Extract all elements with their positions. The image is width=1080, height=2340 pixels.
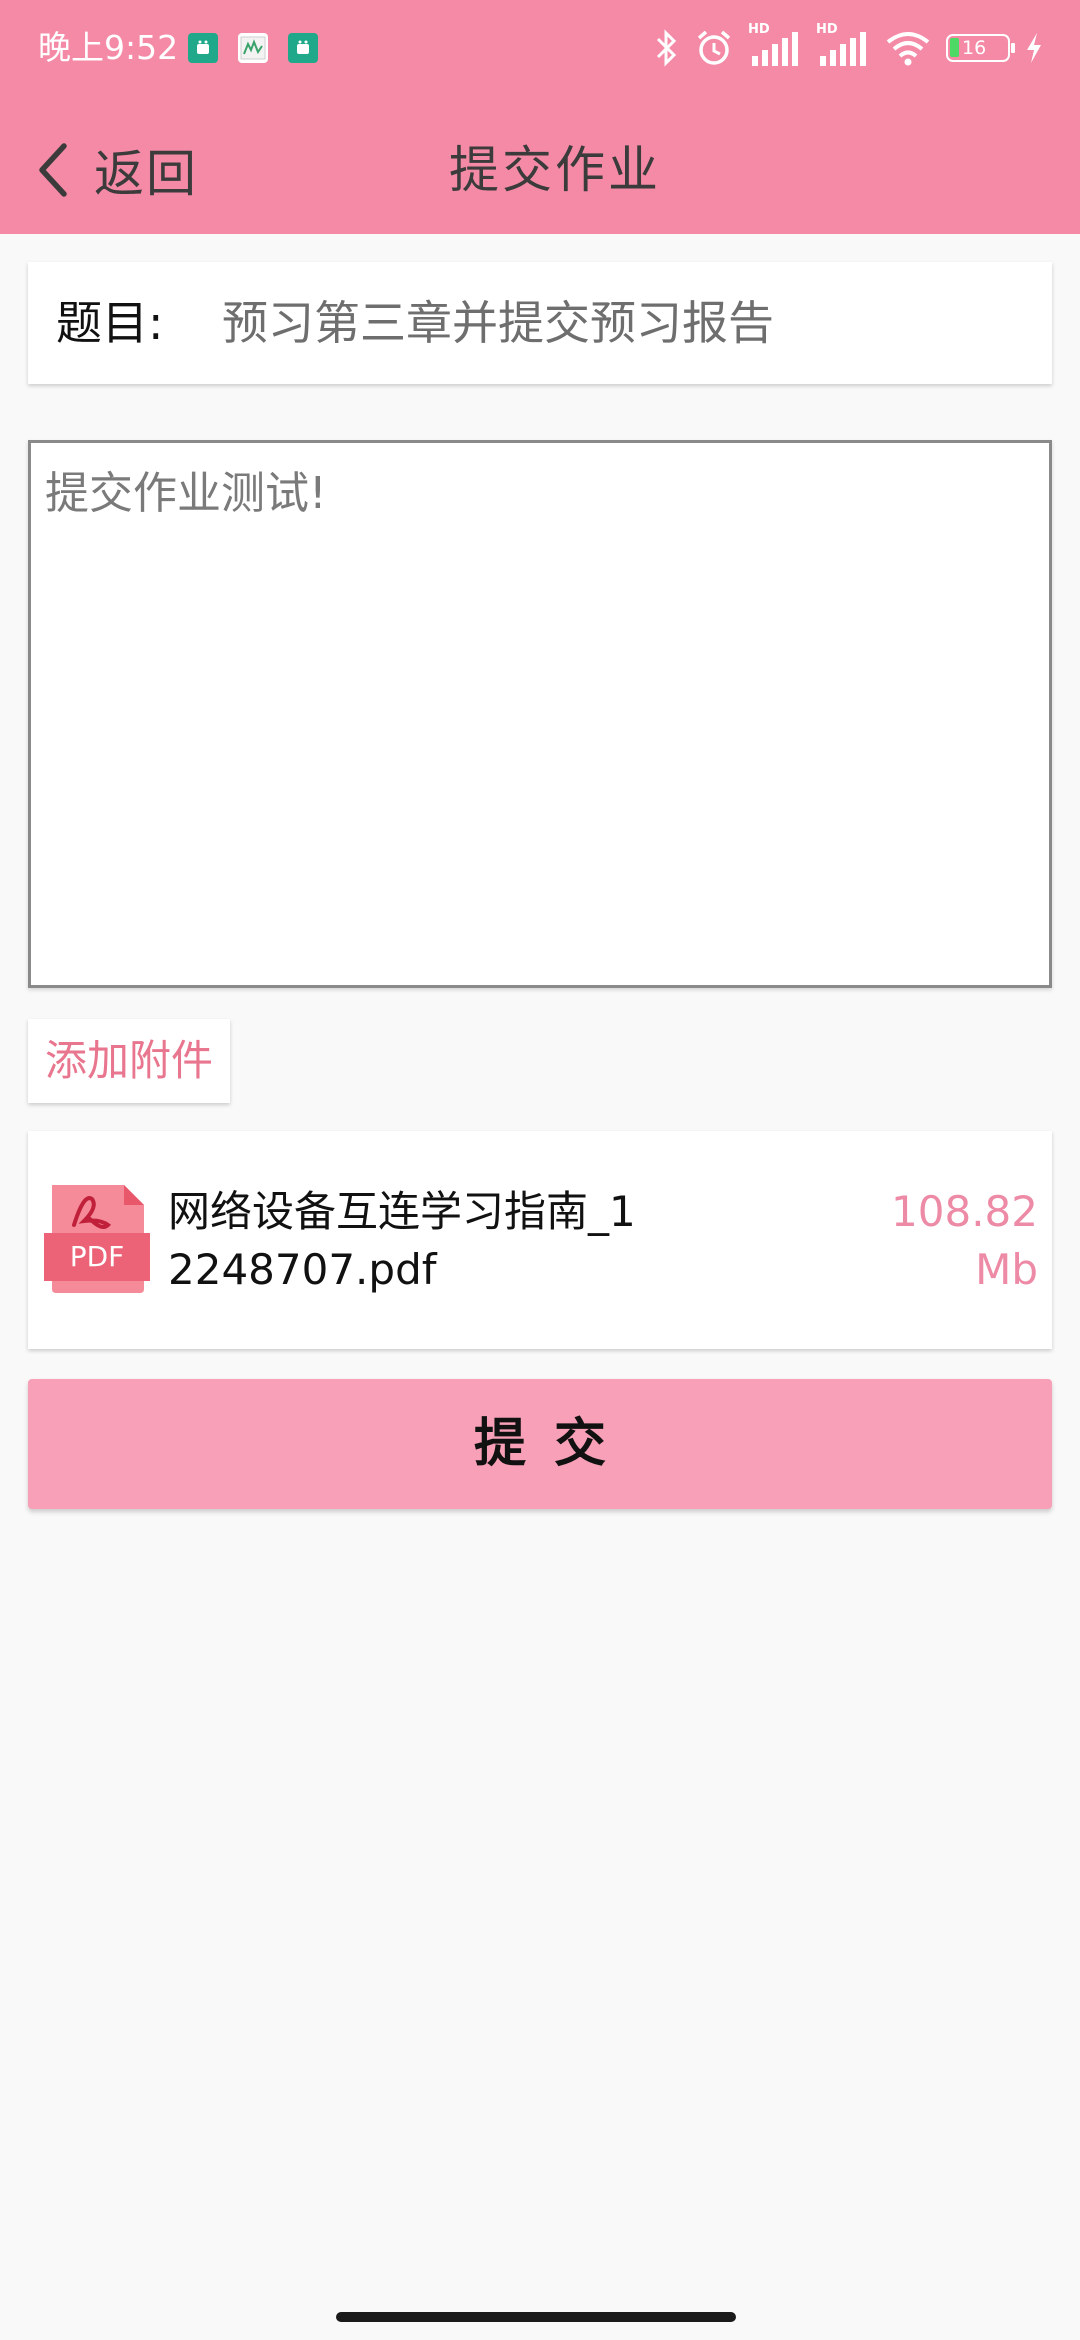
battery-icon: 16 — [946, 34, 1015, 62]
app-header: 晚上9:52 HD HD 16 返回 提交作业 — [0, 0, 1080, 234]
attachment-item[interactable]: PDF 网络设备互连学习指南_12248707.pdf 108.82 Mb — [28, 1131, 1052, 1349]
app-notification-icon — [288, 33, 318, 63]
app-notification-icon — [188, 33, 218, 63]
homework-content-input[interactable]: 提交作业测试! — [28, 440, 1052, 988]
image-notification-icon — [238, 33, 268, 63]
topic-card: 题目: 预习第三章并提交预习报告 — [28, 262, 1052, 384]
topic-value: 预习第三章并提交预习报告 — [222, 296, 774, 350]
status-icons: HD HD 16 — [652, 22, 1044, 72]
charging-icon — [1027, 33, 1041, 63]
file-name: 网络设备互连学习指南_12248707.pdf — [168, 1187, 636, 1294]
add-attachment-button[interactable]: 添加附件 — [28, 1019, 230, 1103]
home-indicator[interactable] — [336, 2312, 736, 2322]
pdf-file-icon: PDF — [44, 1181, 150, 1297]
topic-label: 题目: — [56, 296, 164, 350]
alarm-icon — [697, 30, 731, 65]
page-title: 提交作业 — [449, 141, 661, 199]
submit-button[interactable]: 提交 — [28, 1379, 1052, 1509]
signal-hd-icon: HD — [748, 22, 802, 70]
wifi-icon — [886, 32, 930, 66]
status-bar: 晚上9:52 HD HD 16 — [0, 0, 1080, 96]
file-size: 108.82 Mb — [891, 1187, 1038, 1294]
nav-bar: 返回 提交作业 — [0, 110, 1080, 230]
signal-hd-icon: HD — [816, 22, 870, 70]
status-time: 晚上9:52 — [38, 28, 179, 67]
bluetooth-icon — [656, 29, 677, 67]
file-type-label: PDF — [69, 1240, 125, 1273]
